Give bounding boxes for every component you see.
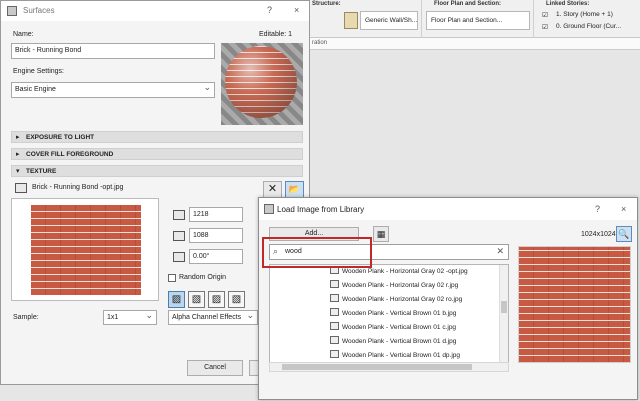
load-image-dialog: Load Image from Library ? × Add... ▦ 102… <box>258 197 638 400</box>
brick-texture <box>31 205 141 295</box>
list-item[interactable]: Wooden Plank - Vertical Brown 01 c.jpg <box>330 322 456 334</box>
image-size-label: 1024x1024 <box>581 231 616 238</box>
mirror-none-tile[interactable]: ▨ <box>168 291 185 308</box>
load-help-button[interactable]: ? <box>595 204 600 214</box>
list-horizontal-scrollbar[interactable] <box>269 362 509 372</box>
clear-search-icon[interactable]: ✕ <box>496 246 504 257</box>
list-item[interactable]: Wooden Plank - Vertical Brown 01 b.jpg <box>330 308 456 320</box>
help-button[interactable]: ? <box>267 5 272 15</box>
height-icon <box>173 231 185 241</box>
texture-preview <box>11 198 159 301</box>
image-list: Wooden Plank - Horizontal Gray 02 -opt.j… <box>269 264 509 372</box>
section-exposure-to-light[interactable]: EXPOSURE TO LIGHT <box>11 131 303 143</box>
load-app-icon <box>264 204 274 214</box>
structure-swatch[interactable] <box>344 12 358 29</box>
load-close-button[interactable]: × <box>621 204 626 214</box>
surfaces-titlebar: Surfaces ? × <box>1 1 309 21</box>
list-item-label: Wooden Plank - Horizontal Gray 02 -opt.j… <box>342 268 468 275</box>
width-icon <box>173 210 185 220</box>
list-item-label: Wooden Plank - Vertical Brown 01 dp.jpg <box>342 352 461 359</box>
linked-stories-title: Linked Stories: <box>546 1 590 7</box>
image-file-icon <box>330 308 339 316</box>
mirror-xy-tile[interactable]: ▧ <box>228 291 245 308</box>
list-item[interactable]: Wooden Plank - Vertical Brown 01 dp.jpg <box>330 350 460 362</box>
angle-icon <box>173 252 185 262</box>
alpha-channel-dropdown[interactable]: Alpha Channel Effects <box>168 310 258 325</box>
linked-story-bottom[interactable]: 0. Ground Floor (Cur... <box>556 23 621 30</box>
library-image-preview <box>518 246 631 363</box>
cancel-button[interactable]: Cancel <box>187 360 243 376</box>
engine-settings-dropdown[interactable]: Basic Engine <box>11 82 215 98</box>
remove-texture-button[interactable]: ✕ <box>263 181 282 198</box>
x-icon: ✕ <box>267 183 278 195</box>
list-item-label: Wooden Plank - Vertical Brown 01 c.jpg <box>342 324 457 331</box>
list-item-label: Wooden Plank - Horizontal Gray 02 r.jpg <box>342 282 459 289</box>
library-icon: ▦ <box>376 229 386 239</box>
floorplan-dropdown[interactable]: Floor Plan and Section... <box>426 11 530 30</box>
mirror-y-tile[interactable]: ▨ <box>208 291 225 308</box>
section-cover-fill-foreground[interactable]: COVER FILL FOREGROUND <box>11 148 303 160</box>
search-texture-button[interactable]: 📂 <box>285 181 304 198</box>
linked-story-top-icon[interactable]: ☑ <box>542 11 548 19</box>
list-item[interactable]: Wooden Plank - Horizontal Gray 02 ro.jpg <box>330 294 462 306</box>
load-title: Load Image from Library <box>277 205 365 214</box>
height-input[interactable]: 1088 <box>189 228 243 243</box>
floorplan-title: Floor Plan and Section: <box>434 1 502 7</box>
load-titlebar: Load Image from Library ? × <box>259 198 637 220</box>
folder-icon: 📂 <box>288 184 301 194</box>
section-texture[interactable]: TEXTURE <box>11 165 303 177</box>
image-file-icon <box>330 350 339 358</box>
angle-input[interactable]: 0.00° <box>189 249 243 264</box>
mirror-x-tile[interactable]: ▧ <box>188 291 205 308</box>
linked-story-top[interactable]: 1. Story (Home + 1) <box>556 11 613 18</box>
search-highlight-box <box>262 237 372 268</box>
zoom-preview-button[interactable]: 🔍 <box>616 226 632 242</box>
list-vertical-scrollbar[interactable] <box>499 265 508 371</box>
random-origin-checkbox[interactable] <box>168 274 176 282</box>
name-input[interactable]: Brick - Running Bond <box>11 43 215 59</box>
vertical-scroll-thumb[interactable] <box>501 301 507 313</box>
surface-preview-sphere <box>221 43 303 125</box>
brick-sphere <box>225 46 297 118</box>
magnifier-icon: 🔍 <box>618 229 630 239</box>
sample-label: Sample: <box>13 314 39 321</box>
library-manager-button[interactable]: ▦ <box>373 226 389 242</box>
list-item[interactable]: Wooden Plank - Vertical Brown 01 d.jpg <box>330 336 456 348</box>
close-button[interactable]: × <box>294 5 299 15</box>
surfaces-app-icon <box>7 6 17 16</box>
structure-dropdown[interactable]: Generic Wall/Sh... <box>360 11 418 30</box>
sample-dropdown[interactable]: 1x1 <box>103 310 157 325</box>
image-file-icon <box>330 280 339 288</box>
editable-label: Editable: 1 <box>259 31 293 38</box>
image-file-icon <box>330 294 339 302</box>
horizontal-scroll-thumb[interactable] <box>282 364 472 370</box>
linked-stories-group: Linked Stories: <box>534 0 640 38</box>
engine-settings-label: Engine Settings: <box>13 68 64 75</box>
list-item-label: Wooden Plank - Horizontal Gray 02 ro.jpg <box>342 296 463 303</box>
list-item-label: Wooden Plank - Vertical Brown 01 b.jpg <box>342 310 457 317</box>
surfaces-title: Surfaces <box>23 6 55 15</box>
random-origin-label: Random Origin <box>179 274 227 281</box>
name-label: Name: <box>13 31 34 38</box>
image-file-icon <box>330 336 339 344</box>
list-item[interactable]: Wooden Plank - Horizontal Gray 02 r.jpg <box>330 280 458 292</box>
structure-title: Structure: <box>312 1 341 7</box>
tab-strip: ration <box>300 38 640 50</box>
texture-image-icon <box>15 183 27 193</box>
width-input[interactable]: 1218 <box>189 207 243 222</box>
list-item-label: Wooden Plank - Vertical Brown 01 d.jpg <box>342 338 457 345</box>
texture-name: Brick - Running Bond -opt.jpg <box>32 184 124 191</box>
linked-story-bottom-icon[interactable]: ☑ <box>542 23 548 31</box>
image-file-icon <box>330 322 339 330</box>
